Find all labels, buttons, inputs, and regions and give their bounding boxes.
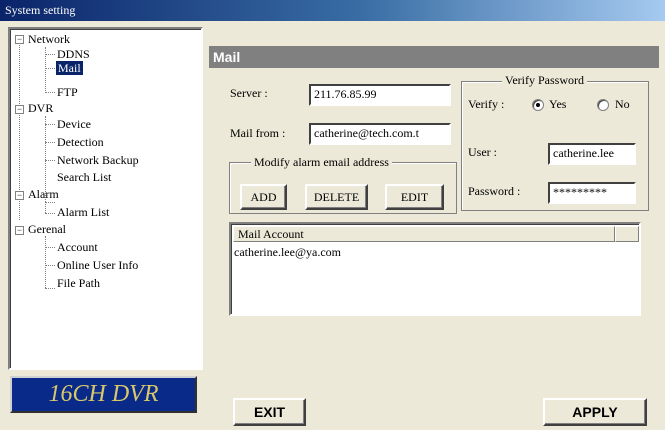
- tree-branch-line: [45, 236, 46, 288]
- tree-group-general[interactable]: Gerenal: [28, 222, 66, 236]
- tree-connector: [45, 92, 55, 93]
- tree-item-ddns[interactable]: DDNS: [57, 47, 90, 61]
- tree-connector: [45, 265, 55, 266]
- password-label: Password :: [468, 184, 521, 198]
- server-input[interactable]: 211.76.85.99: [309, 84, 451, 106]
- tree-item-online-user-info[interactable]: Online User Info: [57, 258, 138, 272]
- mail-account-list[interactable]: Mail Account catherine.lee@ya.com: [229, 222, 641, 316]
- tree-connector: [45, 288, 55, 289]
- mail-account-column-header[interactable]: Mail Account: [233, 226, 615, 242]
- verify-yes-label: Yes: [549, 97, 567, 111]
- tree-connector: [45, 247, 55, 248]
- list-item[interactable]: catherine.lee@ya.com: [234, 245, 341, 260]
- collapse-alarm-icon[interactable]: −: [15, 191, 24, 200]
- delete-button[interactable]: DELETE: [305, 184, 368, 210]
- tree-connector: [45, 124, 55, 125]
- dvr-logo: 16CH DVR: [10, 376, 197, 413]
- user-label: User :: [468, 145, 497, 159]
- empty-column-header[interactable]: [615, 226, 639, 242]
- tree-group-network[interactable]: Network: [28, 32, 70, 46]
- verify-yes-radio[interactable]: [532, 99, 544, 111]
- apply-button[interactable]: APPLY: [543, 398, 647, 426]
- window-title: System setting: [5, 3, 76, 17]
- tree-connector: [45, 54, 55, 55]
- panel-title: Mail: [209, 46, 659, 68]
- collapse-dvr-icon[interactable]: −: [15, 105, 24, 114]
- tree-connector: [45, 142, 55, 143]
- tree-item-mail[interactable]: Mail: [55, 60, 84, 76]
- tree-item-detection[interactable]: Detection: [57, 135, 104, 149]
- tree-item-account[interactable]: Account: [57, 240, 98, 254]
- tree-connector: [45, 202, 55, 203]
- collapse-general-icon[interactable]: −: [15, 226, 24, 235]
- tree-item-search-list[interactable]: Search List: [57, 170, 111, 184]
- tree-connector: [45, 160, 55, 161]
- tree-item-file-path[interactable]: File Path: [57, 276, 100, 290]
- add-button[interactable]: ADD: [240, 184, 287, 210]
- edit-button[interactable]: EDIT: [385, 184, 444, 210]
- mail-from-label: Mail from :: [230, 126, 286, 140]
- password-input[interactable]: *********: [548, 182, 636, 204]
- modify-alarm-legend: Modify alarm email address: [251, 155, 392, 170]
- tree-item-alarm-list[interactable]: Alarm List: [57, 205, 109, 219]
- verify-label: Verify :: [468, 97, 505, 111]
- window-title-bar: System setting: [0, 0, 665, 21]
- tree-group-alarm[interactable]: Alarm: [28, 187, 59, 201]
- user-input[interactable]: catherine.lee: [548, 143, 636, 165]
- tree-item-ftp[interactable]: FTP: [57, 85, 78, 99]
- exit-button[interactable]: EXIT: [233, 398, 306, 426]
- verify-password-legend: Verify Password: [502, 73, 587, 88]
- server-label: Server :: [230, 86, 268, 100]
- verify-no-radio[interactable]: [597, 99, 609, 111]
- collapse-network-icon[interactable]: −: [15, 35, 24, 44]
- settings-tree[interactable]: − Network DDNS Mail FTP − DVR Device Det…: [8, 27, 203, 370]
- tree-item-network-backup[interactable]: Network Backup: [57, 153, 139, 167]
- tree-branch-line: [45, 201, 46, 213]
- mail-from-input[interactable]: catherine@tech.com.t: [309, 123, 451, 145]
- tree-connector: [45, 213, 55, 214]
- tree-item-device[interactable]: Device: [57, 117, 91, 131]
- tree-group-dvr[interactable]: DVR: [28, 101, 53, 115]
- verify-no-label: No: [615, 97, 630, 111]
- tree-connector: [45, 68, 55, 69]
